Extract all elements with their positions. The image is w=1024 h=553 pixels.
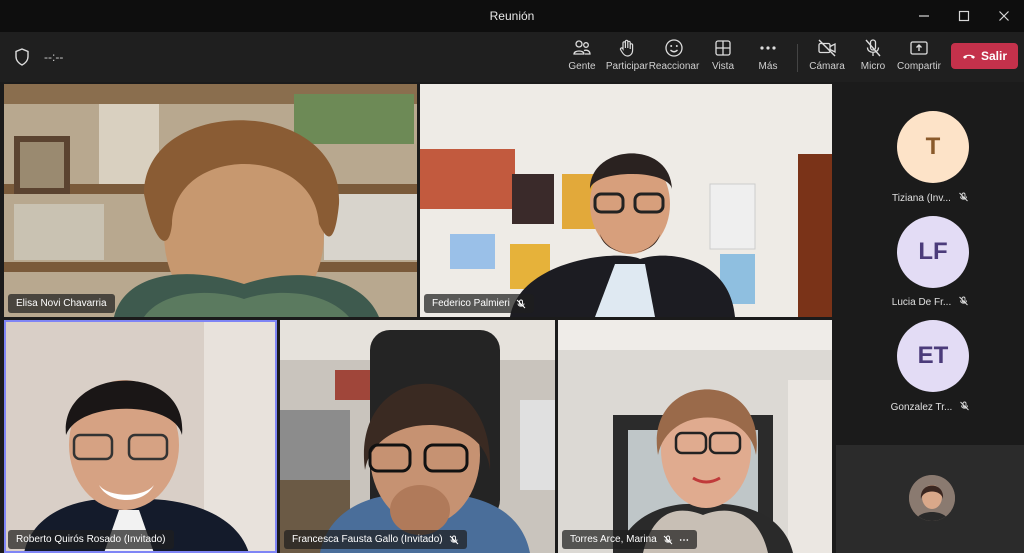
raise-hand-label: Participar [605,61,649,72]
people-label: Gente [568,61,596,72]
video-tile-marina[interactable]: Torres Arce, Marina [558,320,832,553]
smile-icon [665,39,683,57]
mic-muted-icon [516,299,526,308]
more-icon [760,46,776,50]
leave-label: Salir [980,49,1007,63]
react-label: Reaccionar [648,61,700,72]
window-controls [904,0,1024,32]
roster-name: Gonzalez Tr... [836,401,1024,413]
participant-name-tag: Torres Arce, Marina [562,530,697,549]
participant-name-tag: Federico Palmieri [424,294,534,313]
roster-avatar[interactable]: ET [897,320,969,392]
video-tile-roberto[interactable]: Roberto Quirós Rosado (Invitado) [4,320,277,553]
participant-name-tag: Elisa Novi Chavarria [8,294,115,313]
share-button[interactable]: Compartir [897,38,941,78]
participant-name: Francesca Fausta Gallo (Invitado) [292,534,443,545]
roster-avatar[interactable]: T [897,111,969,183]
video-feed [280,320,555,553]
video-feed [4,84,417,317]
people-icon [573,40,591,55]
maximize-button[interactable] [944,0,984,32]
share-label: Compartir [897,61,941,72]
toolbar-divider [797,44,798,72]
mic-muted-icon [449,535,458,544]
shield-icon[interactable] [14,48,30,66]
mic-button[interactable]: Micro [859,38,887,78]
view-button[interactable]: Vista [708,38,738,78]
self-view[interactable] [836,445,1024,553]
meeting-toolbar: --:-- Gente Participar Reaccionar Vista … [0,32,1024,82]
window-title: Reunión [489,9,535,23]
participant-name: Elisa Novi Chavarria [16,298,107,309]
camera-button[interactable]: Cámara [809,38,845,78]
close-icon [999,11,1009,21]
react-button[interactable]: Reaccionar [649,38,699,78]
participant-name: Federico Palmieri [432,298,510,309]
video-tile-elisa[interactable]: Elisa Novi Chavarria [4,84,417,317]
title-bar: Reunión [0,0,1024,32]
mic-off-icon [865,39,881,57]
mic-muted-icon [959,296,969,306]
grid-view-icon [715,40,731,56]
video-feed [4,320,277,553]
participant-name: Roberto Quirós Rosado (Invitado) [16,534,166,545]
participant-name-tag: Francesca Fausta Gallo (Invitado) [284,530,467,549]
roster-name-text: Gonzalez Tr... [890,402,953,413]
participant-name-tag: Roberto Quirós Rosado (Invitado) [8,530,174,549]
mic-label: Micro [860,61,886,72]
close-window-button[interactable] [984,0,1024,32]
mic-muted-icon [663,535,673,544]
self-video-thumbnail [909,475,955,521]
camera-off-icon [818,39,836,57]
people-button[interactable]: Gente [566,38,598,78]
mic-muted-icon [960,401,970,411]
raise-hand-button[interactable]: Participar [606,38,648,78]
self-avatar [909,475,955,521]
share-icon [910,41,928,55]
maximize-icon [958,10,970,22]
roster-name: Lucia De Fr... [836,296,1024,308]
video-feed [420,84,832,317]
leave-button[interactable]: Salir [951,43,1018,69]
video-tile-federico[interactable]: Federico Palmieri [420,84,832,317]
camera-label: Cámara [809,61,845,72]
roster-name: Tiziana (Inv... [836,192,1024,204]
video-feed [558,320,832,553]
more-button[interactable]: Más [755,38,781,78]
minimize-button[interactable] [904,0,944,32]
roster-name-text: Lucia De Fr... [891,297,952,308]
raise-hand-icon [619,39,634,57]
roster-avatar[interactable]: LF [897,216,969,288]
mic-muted-icon [959,192,968,202]
hang-up-icon [962,54,975,59]
meeting-timer: --:-- [44,50,64,64]
video-tile-francesca[interactable]: Francesca Fausta Gallo (Invitado) [280,320,555,553]
more-options-icon[interactable] [679,535,689,545]
roster-panel: T Tiziana (Inv... LF Lucia De Fr... ET G… [836,82,1024,445]
more-label: Más [758,61,778,72]
view-label: Vista [711,61,735,72]
minimize-icon [919,15,929,17]
participant-name: Torres Arce, Marina [570,534,657,545]
roster-name-text: Tiziana (Inv... [892,193,951,204]
